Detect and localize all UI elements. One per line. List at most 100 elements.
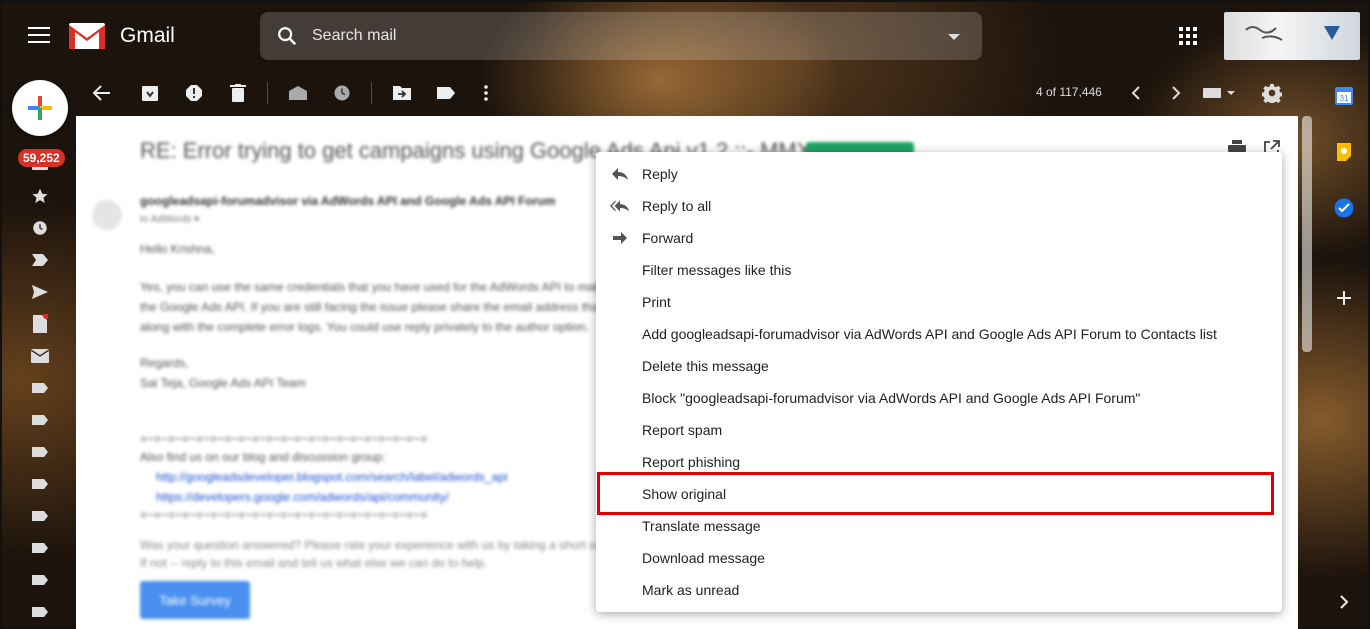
google-apps-icon[interactable] xyxy=(1179,27,1197,45)
menu-item-label: Download message xyxy=(642,550,765,566)
forward-icon xyxy=(610,230,630,246)
more-actions-menu: Reply Reply to all Forward Filter messag… xyxy=(596,152,1282,612)
blog-link[interactable]: http://googleadsdeveloper.blogspot.com/s… xyxy=(156,470,508,484)
menu-item-label: Print xyxy=(642,294,671,310)
starred-icon[interactable] xyxy=(30,186,50,206)
app-name[interactable]: Gmail xyxy=(120,24,175,48)
important-icon[interactable] xyxy=(30,250,50,270)
avatar[interactable] xyxy=(92,200,122,230)
top-bar: Gmail xyxy=(2,2,1370,68)
menu-item-reply[interactable]: Reply xyxy=(596,158,1282,190)
menu-item-label: Report spam xyxy=(642,422,723,438)
newer-icon[interactable] xyxy=(1125,82,1147,104)
all-mail-icon[interactable] xyxy=(30,346,50,366)
divider-line: =~=~=~=~=~=~=~=~=~=~=~=~=~=~=~=~=~=~=~=~… xyxy=(140,508,428,522)
label-icon[interactable] xyxy=(30,474,50,494)
gmail-logo-icon[interactable] xyxy=(68,22,106,50)
menu-item-label: Translate message xyxy=(642,518,761,534)
survey-text: Was your question answered? Please rate … xyxy=(140,538,627,552)
body-line: Yes, you can use the same credentials th… xyxy=(140,280,648,294)
drafts-icon[interactable] xyxy=(30,314,50,334)
menu-item-forward[interactable]: Forward xyxy=(596,222,1282,254)
account-image[interactable] xyxy=(1224,12,1360,60)
report-spam-icon[interactable] xyxy=(183,82,205,104)
older-icon[interactable] xyxy=(1165,82,1187,104)
menu-item-report-spam[interactable]: Report spam xyxy=(596,414,1282,446)
get-addons-icon[interactable] xyxy=(1334,288,1354,308)
tasks-icon[interactable] xyxy=(1334,198,1354,218)
menu-item-filter-messages[interactable]: Filter messages like this xyxy=(596,254,1282,286)
body-line: along with the complete error logs. You … xyxy=(140,320,589,334)
find-us-line: Also find us on our blog and discussion … xyxy=(140,450,386,464)
search-icon[interactable] xyxy=(276,25,298,47)
menu-item-translate-message[interactable]: Translate message xyxy=(596,510,1282,542)
menu-item-show-original[interactable]: Show original xyxy=(596,478,1282,510)
input-tools-icon[interactable] xyxy=(1202,82,1238,104)
label-icon[interactable] xyxy=(30,538,50,558)
delete-icon[interactable] xyxy=(227,82,249,104)
reply-all-icon xyxy=(610,198,630,214)
menu-item-label: Filter messages like this xyxy=(642,262,792,278)
menu-item-label: Forward xyxy=(642,230,694,246)
menu-item-label: Report phishing xyxy=(642,454,741,470)
calendar-icon[interactable]: 31 xyxy=(1334,86,1354,106)
toolbar-divider xyxy=(371,82,372,104)
label-icon[interactable] xyxy=(30,378,50,398)
page-count: 4 of 117,446 xyxy=(1036,85,1102,99)
search-input[interactable] xyxy=(312,12,912,60)
survey-text: If not -- reply to this email and tell u… xyxy=(140,556,488,570)
archive-icon[interactable] xyxy=(139,82,161,104)
labels-icon[interactable] xyxy=(435,82,457,104)
menu-item-label: Reply to all xyxy=(642,198,712,214)
toolbar-divider xyxy=(267,82,268,104)
snooze-icon[interactable] xyxy=(331,82,353,104)
reply-icon xyxy=(610,166,630,182)
search-options-icon[interactable] xyxy=(948,34,960,40)
inbox-unread-badge: 59,252 xyxy=(18,149,65,167)
menu-item-label: Reply xyxy=(642,166,678,182)
label-icon[interactable] xyxy=(30,570,50,590)
move-to-icon[interactable] xyxy=(391,82,413,104)
body-line: the Google Ads API. If you are still fac… xyxy=(140,300,647,314)
back-icon[interactable] xyxy=(91,82,113,104)
keep-icon[interactable] xyxy=(1334,142,1354,162)
label-icon[interactable] xyxy=(30,602,50,622)
menu-item-delete-message[interactable]: Delete this message xyxy=(596,350,1282,382)
recipient-line[interactable]: to AdWords ▾ xyxy=(140,214,199,225)
mark-unread-icon[interactable] xyxy=(287,82,309,104)
label-icon[interactable] xyxy=(30,442,50,462)
menu-item-label: Block "googleadsapi-forumadvisor via AdW… xyxy=(642,390,1141,406)
snoozed-icon[interactable] xyxy=(30,218,50,238)
account-logo-icon xyxy=(1245,26,1340,41)
divider-line: =~=~=~=~=~=~=~=~=~=~=~=~=~=~=~=~=~=~=~=~… xyxy=(140,432,428,446)
take-survey-button[interactable]: Take Survey xyxy=(140,581,250,619)
greeting: Hello Krishna, xyxy=(140,242,215,256)
main-menu-icon[interactable] xyxy=(28,27,50,45)
menu-item-print[interactable]: Print xyxy=(596,286,1282,318)
signoff-line: Sai Teja, Google Ads API Team xyxy=(140,376,306,390)
svg-text:31: 31 xyxy=(1340,94,1349,103)
menu-item-label: Delete this message xyxy=(642,358,769,374)
community-link[interactable]: https://developers.google.com/adwords/ap… xyxy=(156,490,449,504)
sent-icon[interactable] xyxy=(30,282,50,302)
menu-item-report-phishing[interactable]: Report phishing xyxy=(596,446,1282,478)
menu-item-label: Add googleadsapi-forumadvisor via AdWord… xyxy=(642,326,1217,342)
sender-name[interactable]: googleadsapi-forumadvisor via AdWords AP… xyxy=(140,194,555,208)
menu-item-reply-all[interactable]: Reply to all xyxy=(596,190,1282,222)
label-icon[interactable] xyxy=(30,410,50,430)
compose-button[interactable] xyxy=(12,80,68,136)
label-icon[interactable] xyxy=(30,506,50,526)
menu-item-label: Mark as unread xyxy=(642,582,740,598)
menu-item-add-to-contacts[interactable]: Add googleadsapi-forumadvisor via AdWord… xyxy=(596,318,1282,350)
more-options-icon[interactable] xyxy=(475,82,497,104)
search-bar[interactable] xyxy=(260,12,982,60)
settings-gear-icon[interactable] xyxy=(1261,82,1283,104)
menu-item-download-message[interactable]: Download message xyxy=(596,542,1282,574)
menu-item-mark-unread[interactable]: Mark as unread xyxy=(596,574,1282,606)
expand-panel-icon[interactable] xyxy=(1334,592,1354,612)
menu-item-label: Show original xyxy=(642,486,727,502)
signoff-line: Regards, xyxy=(140,356,189,370)
menu-item-block-sender[interactable]: Block "googleadsapi-forumadvisor via AdW… xyxy=(596,382,1282,414)
scrollbar[interactable] xyxy=(1302,116,1312,352)
plus-icon xyxy=(28,96,52,120)
